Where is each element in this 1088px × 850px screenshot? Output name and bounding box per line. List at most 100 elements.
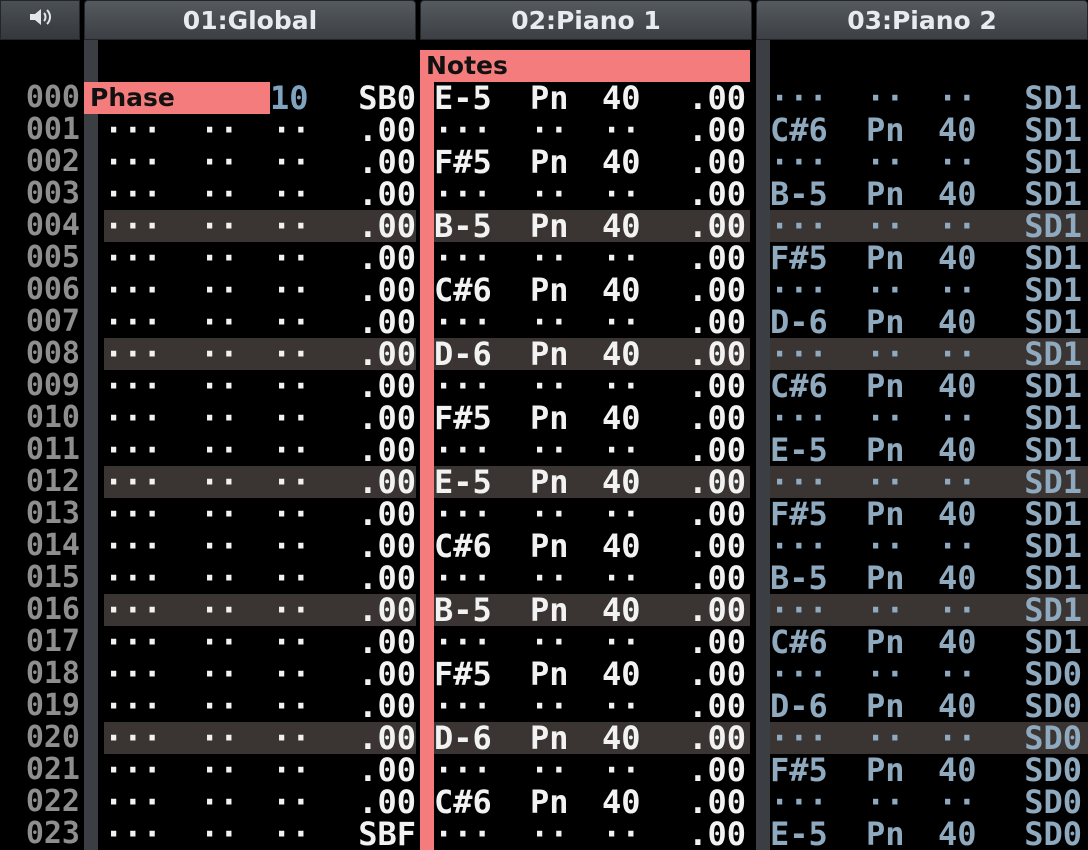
note-cell[interactable]: ··· [434, 114, 530, 146]
instrument-cell[interactable]: Pn [866, 498, 938, 530]
pattern-row[interactable]: ··· ·· ·· .00 [104, 786, 416, 818]
channel-header-piano-1[interactable]: 02:Piano 1 [420, 0, 752, 40]
effect-cell[interactable]: SD1 [1006, 498, 1082, 530]
note-cell[interactable]: F#5 [434, 658, 530, 690]
pattern-row[interactable]: C#6 Pn 40 SD1 [770, 370, 1088, 402]
effect-cell[interactable]: SD1 [1006, 434, 1082, 466]
instrument-cell[interactable]: Pn [866, 754, 938, 786]
phase-value[interactable]: 10 [270, 82, 336, 114]
volume-cell[interactable]: ·· [272, 178, 340, 210]
pattern-row[interactable]: E-5 Pn 40 SD1 [770, 434, 1088, 466]
pattern-row[interactable]: F#5 Pn 40.00 [434, 146, 750, 178]
instrument-cell[interactable]: ·· [530, 690, 602, 722]
note-cell[interactable]: ··· [104, 626, 200, 658]
note-cell[interactable]: ··· [434, 626, 530, 658]
volume-cell[interactable]: 40 [602, 146, 670, 178]
pattern-row[interactable]: C#6 Pn 40.00 [434, 274, 750, 306]
note-cell[interactable]: ··· [104, 722, 200, 754]
effect-cell[interactable]: .00 [340, 690, 416, 722]
effect-cell[interactable]: .00 [340, 658, 416, 690]
note-cell[interactable]: ··· [434, 370, 530, 402]
note-cell[interactable]: ··· [770, 146, 866, 178]
instrument-cell[interactable]: ·· [866, 146, 938, 178]
pattern-row[interactable]: ··· ·· ·· .00 [104, 658, 416, 690]
effect-cell[interactable]: SD0 [1006, 658, 1082, 690]
volume-cell[interactable]: ·· [938, 786, 1006, 818]
instrument-cell[interactable]: ·· [200, 114, 272, 146]
volume-cell[interactable]: ·· [272, 594, 340, 626]
note-cell[interactable]: ··· [434, 562, 530, 594]
instrument-cell[interactable]: ·· [530, 562, 602, 594]
volume-cell[interactable]: 40 [602, 530, 670, 562]
effect-cell[interactable]: SD1 [1006, 146, 1082, 178]
instrument-cell[interactable]: ·· [200, 402, 272, 434]
note-cell[interactable]: ··· [434, 434, 530, 466]
effect-cell[interactable]: .00 [670, 242, 746, 274]
volume-cell[interactable]: ·· [272, 434, 340, 466]
note-cell[interactable]: E-5 [770, 434, 866, 466]
effect-cell[interactable]: SD1 [1006, 466, 1082, 498]
note-cell[interactable]: D-6 [434, 338, 530, 370]
effect-cell[interactable]: .00 [340, 722, 416, 754]
pattern-row[interactable]: ··· ·· ·· .00 [434, 498, 750, 530]
effect-cell[interactable]: SD1 [1006, 626, 1082, 658]
instrument-cell[interactable]: Pn [866, 626, 938, 658]
effect-cell[interactable]: .00 [340, 242, 416, 274]
note-cell[interactable]: ··· [770, 210, 866, 242]
effect-cell[interactable]: .00 [670, 82, 746, 114]
note-cell[interactable]: C#6 [434, 274, 530, 306]
note-cell[interactable]: ··· [434, 306, 530, 338]
effect-cell[interactable]: .00 [340, 434, 416, 466]
effect-cell[interactable]: .00 [340, 114, 416, 146]
volume-cell[interactable]: ·· [602, 370, 670, 402]
note-cell[interactable]: F#5 [434, 146, 530, 178]
instrument-cell[interactable]: Pn [530, 466, 602, 498]
pattern-row[interactable]: ··· ·· ·· .00 [104, 114, 416, 146]
volume-cell[interactable]: 40 [602, 274, 670, 306]
instrument-cell[interactable]: ·· [200, 786, 272, 818]
note-cell[interactable]: ··· [434, 498, 530, 530]
volume-cell[interactable]: ·· [938, 466, 1006, 498]
volume-cell[interactable]: ·· [272, 338, 340, 370]
note-cell[interactable]: D-6 [770, 690, 866, 722]
effect-cell[interactable]: .00 [670, 690, 746, 722]
note-cell[interactable]: ··· [104, 338, 200, 370]
volume-cell[interactable]: 40 [938, 754, 1006, 786]
pattern-row[interactable]: ··· ·· ·· .00 [104, 306, 416, 338]
instrument-cell[interactable]: ·· [530, 306, 602, 338]
volume-cell[interactable]: ·· [272, 146, 340, 178]
effect-cell[interactable]: .00 [340, 274, 416, 306]
pattern-row[interactable]: ··· ·· ·· SD1 [770, 466, 1088, 498]
effect-cell[interactable]: .00 [670, 786, 746, 818]
note-cell[interactable]: ··· [434, 242, 530, 274]
pattern-row[interactable]: D-6 Pn 40.00 [434, 338, 750, 370]
pattern-row[interactable]: E-5 Pn 40.00 [434, 82, 750, 114]
effect-cell[interactable]: .00 [670, 306, 746, 338]
instrument-cell[interactable]: Pn [866, 562, 938, 594]
pattern-row[interactable]: ··· ·· ·· SD1 [770, 82, 1088, 114]
volume-cell[interactable]: 40 [602, 594, 670, 626]
note-cell[interactable]: ··· [770, 274, 866, 306]
effect-cell[interactable]: .00 [670, 210, 746, 242]
pattern-row[interactable]: D-6 Pn 40 SD1 [770, 306, 1088, 338]
instrument-cell[interactable]: ·· [866, 530, 938, 562]
instrument-cell[interactable]: Pn [530, 722, 602, 754]
pattern-row[interactable]: B-5 Pn 40.00 [434, 594, 750, 626]
volume-cell[interactable]: ·· [272, 786, 340, 818]
volume-cell[interactable]: 40 [602, 466, 670, 498]
effect-cell[interactable]: SD1 [1006, 82, 1082, 114]
instrument-cell[interactable]: ·· [530, 434, 602, 466]
pattern-row[interactable]: ··· ·· ·· .00 [434, 690, 750, 722]
instrument-cell[interactable]: ·· [866, 210, 938, 242]
note-cell[interactable]: ··· [104, 530, 200, 562]
instrument-cell[interactable]: ·· [866, 402, 938, 434]
instrument-cell[interactable]: Pn [866, 114, 938, 146]
instrument-cell[interactable]: ·· [200, 146, 272, 178]
track-piano-1[interactable]: E-5 Pn 40.00 ··· ·· ·· .00 F#5 Pn 40.00 ··· ·· ·· .00… [434, 82, 750, 850]
pattern-row[interactable]: F#5 Pn 40 SD1 [770, 498, 1088, 530]
volume-cell[interactable]: 40 [938, 178, 1006, 210]
note-cell[interactable]: ··· [770, 402, 866, 434]
volume-cell[interactable]: 40 [938, 562, 1006, 594]
effect-cell[interactable]: SD1 [1006, 562, 1082, 594]
note-cell[interactable]: ··· [434, 690, 530, 722]
